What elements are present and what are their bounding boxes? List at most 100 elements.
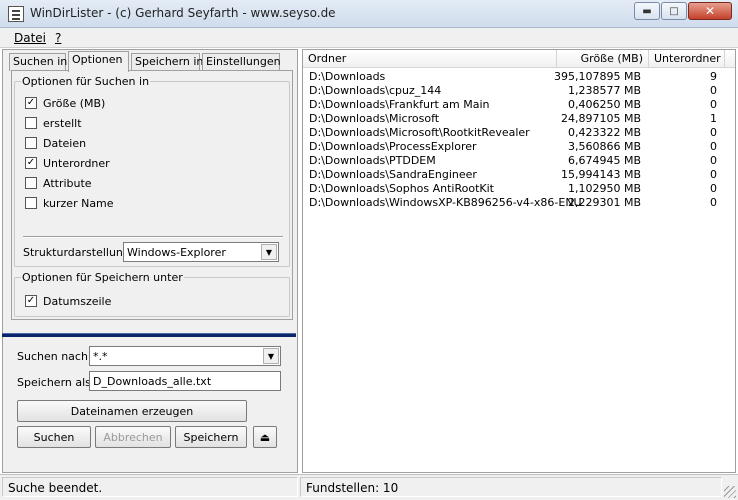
tab-optionen[interactable]: Optionen bbox=[68, 51, 129, 72]
cell-folder: D:\Downloads\Microsoft\RootkitRevealer bbox=[309, 126, 530, 139]
close-button[interactable]: ✕ bbox=[688, 2, 732, 20]
save-as-input[interactable]: D_Downloads_alle.txt bbox=[89, 371, 281, 391]
checkbox-box[interactable] bbox=[25, 117, 37, 129]
checkbox-label: Datumszeile bbox=[43, 294, 112, 308]
table-header: Ordner Größe (MB) Unterordner bbox=[303, 50, 735, 68]
search-for-label: Suchen nach: bbox=[17, 350, 92, 363]
window-title: WinDirLister - (c) Gerhard Seyfarth - ww… bbox=[30, 6, 336, 20]
cell-size: 15,994143 MB bbox=[560, 168, 641, 181]
checkbox-label: Dateien bbox=[43, 136, 87, 150]
table-row[interactable]: D:\Downloads\ProcessExplorer 3,560866 MB… bbox=[303, 140, 735, 154]
checkbox-kurzer-name[interactable]: kurzer Name bbox=[25, 196, 114, 210]
table-row[interactable]: D:\Downloads\Microsoft\RootkitRevealer 0… bbox=[303, 126, 735, 140]
maximize-button[interactable]: □ bbox=[661, 2, 687, 20]
cell-size: 1,102950 MB bbox=[567, 182, 641, 195]
save-options-title: Optionen für Speichern unter bbox=[21, 271, 184, 284]
search-options-group: Optionen für Suchen in ✓ Größe (MB) erst… bbox=[14, 75, 290, 267]
table-row[interactable]: D:\Downloads\Frankfurt am Main 0,406250 … bbox=[303, 98, 735, 112]
table-row[interactable]: D:\Downloads\Microsoft 24,897105 MB 1 bbox=[303, 112, 735, 126]
checkbox-erstellt[interactable]: erstellt bbox=[25, 116, 82, 130]
cell-size: 0,406250 MB bbox=[567, 98, 641, 111]
cell-size: 3,560866 MB bbox=[567, 140, 641, 153]
left-panel: Suchen in Optionen Speichern in Einstell… bbox=[2, 49, 298, 473]
search-options-title: Optionen für Suchen in bbox=[21, 75, 151, 88]
tab-speichern-in[interactable]: Speichern in bbox=[131, 53, 203, 71]
cell-folder: D:\Downloads\Frankfurt am Main bbox=[309, 98, 490, 111]
generate-filename-button[interactable]: Dateinamen erzeugen bbox=[17, 400, 247, 422]
search-for-value: *.* bbox=[93, 350, 108, 363]
checkbox-datumszeile[interactable]: ✓ Datumszeile bbox=[25, 294, 111, 308]
cell-size: 395,107895 MB bbox=[553, 70, 641, 83]
title-bar: WinDirLister - (c) Gerhard Seyfarth - ww… bbox=[0, 0, 738, 28]
status-text: Suche beendet. bbox=[2, 477, 298, 497]
checkbox-unterordner[interactable]: ✓ Unterordner bbox=[25, 156, 110, 170]
menu-bar: Datei ? bbox=[0, 28, 738, 48]
structure-label: Strukturdarstellung: bbox=[23, 246, 134, 259]
chevron-down-icon[interactable]: ▼ bbox=[263, 348, 279, 364]
cell-subfolders: 1 bbox=[710, 112, 717, 125]
cell-subfolders: 0 bbox=[710, 182, 717, 195]
table-row[interactable]: D:\Downloads\WindowsXP-KB896256-v4-x86-E… bbox=[303, 196, 735, 210]
app-icon bbox=[8, 6, 24, 22]
checkbox-label: Attribute bbox=[43, 176, 92, 190]
checkbox-label: kurzer Name bbox=[43, 196, 114, 210]
eject-button[interactable]: ⏏ bbox=[253, 426, 277, 448]
cell-size: 2,229301 MB bbox=[567, 196, 641, 209]
cell-subfolders: 0 bbox=[710, 154, 717, 167]
match-count: Fundstellen: 10 bbox=[300, 477, 722, 497]
cell-size: 6,674945 MB bbox=[567, 154, 641, 167]
checkbox-attribute[interactable]: Attribute bbox=[25, 176, 92, 190]
checkbox-box[interactable] bbox=[25, 137, 37, 149]
checkbox-box[interactable]: ✓ bbox=[25, 295, 37, 307]
save-as-label: Speichern als: bbox=[17, 376, 95, 389]
checkbox-dateien[interactable]: Dateien bbox=[25, 136, 86, 150]
panel-splitter[interactable] bbox=[2, 333, 296, 337]
chevron-down-icon[interactable]: ▼ bbox=[261, 244, 277, 260]
checkbox-label: Größe (MB) bbox=[43, 96, 106, 110]
tab-suchen-in[interactable]: Suchen in bbox=[9, 53, 67, 71]
checkbox-box[interactable] bbox=[25, 197, 37, 209]
table-row[interactable]: D:\Downloads\SandraEngineer 15,994143 MB… bbox=[303, 168, 735, 182]
cancel-button[interactable]: Abbrechen bbox=[95, 426, 171, 448]
cell-folder: D:\Downloads\PTDDEM bbox=[309, 154, 436, 167]
table-row[interactable]: D:\Downloads\PTDDEM 6,674945 MB 0 bbox=[303, 154, 735, 168]
checkbox-label: erstellt bbox=[43, 116, 82, 130]
maximize-icon: □ bbox=[669, 5, 679, 17]
checkbox-groesse[interactable]: ✓ Größe (MB) bbox=[25, 96, 105, 110]
save-options-group: Optionen für Speichern unter ✓ Datumszei… bbox=[14, 271, 290, 317]
column-header-groesse[interactable]: Größe (MB) bbox=[557, 50, 649, 68]
cell-subfolders: 9 bbox=[710, 70, 717, 83]
cell-folder: D:\Downloads\cpuz_144 bbox=[309, 84, 442, 97]
save-button[interactable]: Speichern bbox=[175, 426, 247, 448]
checkbox-box[interactable]: ✓ bbox=[25, 157, 37, 169]
separator bbox=[23, 236, 283, 238]
checkbox-box[interactable] bbox=[25, 177, 37, 189]
cell-folder: D:\Downloads\Sophos AntiRootKit bbox=[309, 182, 494, 195]
menu-help[interactable]: ? bbox=[55, 31, 61, 45]
column-header-ordner[interactable]: Ordner bbox=[303, 50, 557, 68]
resize-grip-icon[interactable] bbox=[724, 486, 736, 498]
cell-size: 0,423322 MB bbox=[567, 126, 641, 139]
table-row[interactable]: D:\Downloads\Sophos AntiRootKit 1,102950… bbox=[303, 182, 735, 196]
options-tab-panel: Optionen für Suchen in ✓ Größe (MB) erst… bbox=[11, 70, 293, 320]
cell-subfolders: 0 bbox=[710, 98, 717, 111]
search-button[interactable]: Suchen bbox=[17, 426, 91, 448]
structure-value: Windows-Explorer bbox=[127, 246, 226, 259]
cell-subfolders: 0 bbox=[710, 126, 717, 139]
structure-select[interactable]: Windows-Explorer ▼ bbox=[123, 242, 279, 262]
table-row[interactable]: D:\Downloads 395,107895 MB 9 bbox=[303, 70, 735, 84]
minimize-button[interactable]: ▬ bbox=[634, 2, 660, 20]
cell-subfolders: 0 bbox=[710, 84, 717, 97]
cell-size: 1,238577 MB bbox=[567, 84, 641, 97]
search-for-select[interactable]: *.* ▼ bbox=[89, 346, 281, 366]
cell-size: 24,897105 MB bbox=[560, 112, 641, 125]
tab-einstellungen[interactable]: Einstellungen bbox=[202, 53, 281, 71]
cell-subfolders: 0 bbox=[710, 140, 717, 153]
checkbox-box[interactable]: ✓ bbox=[25, 97, 37, 109]
cell-folder: D:\Downloads\WindowsXP-KB896256-v4-x86-E… bbox=[309, 196, 582, 209]
menu-datei[interactable]: Datei bbox=[14, 31, 46, 45]
column-header-unterordner[interactable]: Unterordner bbox=[649, 50, 725, 68]
cell-folder: D:\Downloads bbox=[309, 70, 386, 83]
results-list: Ordner Größe (MB) Unterordner D:\Downloa… bbox=[302, 49, 736, 473]
table-row[interactable]: D:\Downloads\cpuz_144 1,238577 MB 0 bbox=[303, 84, 735, 98]
